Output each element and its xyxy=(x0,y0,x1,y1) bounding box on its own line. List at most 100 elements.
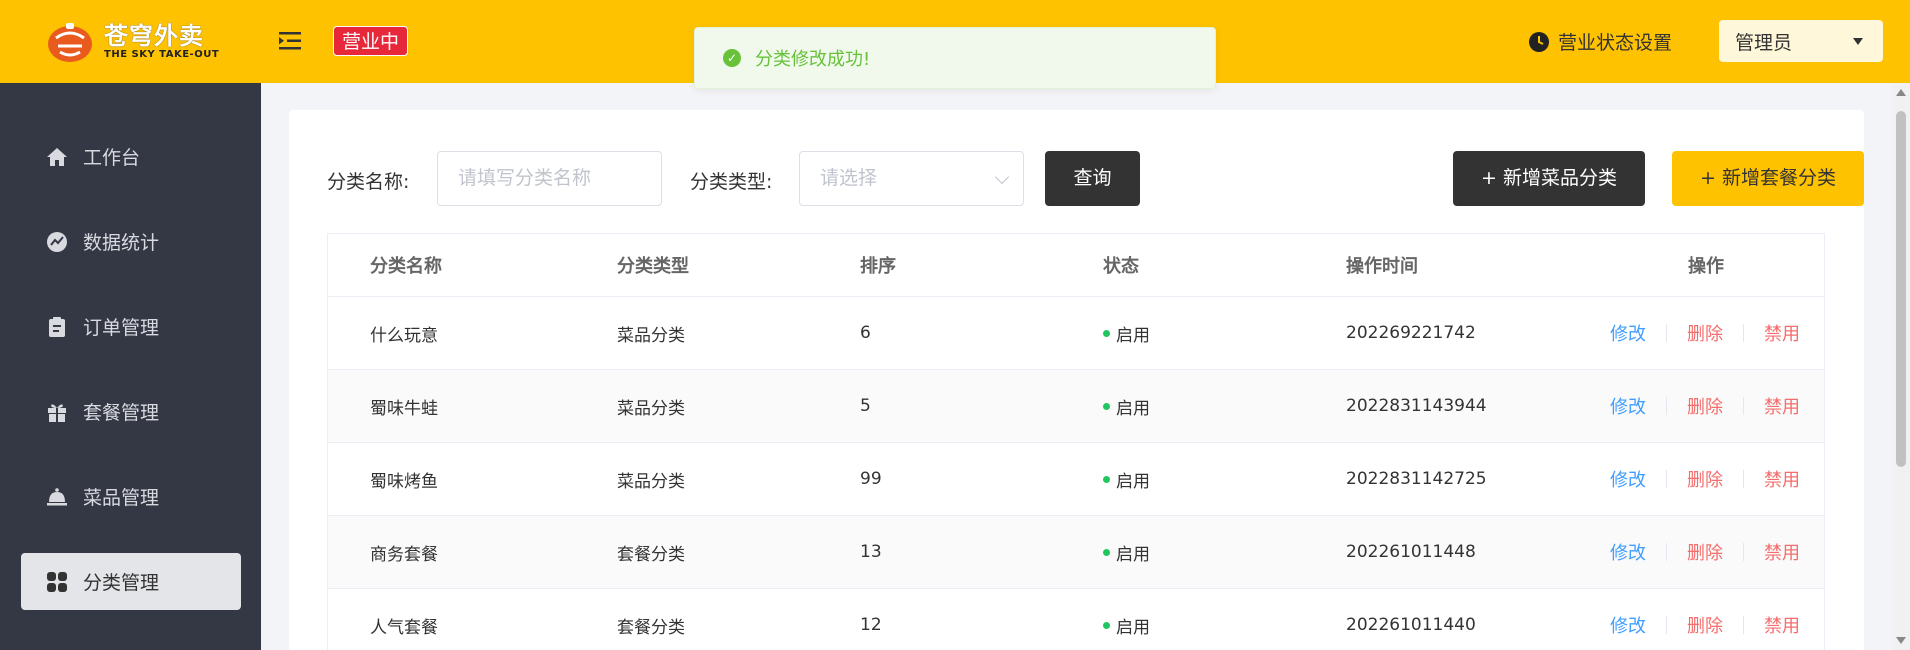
row-type: 套餐分类 xyxy=(617,544,685,565)
logo-title: 苍穹外卖 xyxy=(104,22,204,50)
divider xyxy=(1743,470,1744,488)
col-type: 分类类型 xyxy=(617,256,689,277)
gift-icon xyxy=(45,400,69,424)
clipboard-icon xyxy=(45,315,69,339)
col-name: 分类名称 xyxy=(370,256,442,277)
edit-button[interactable]: 修改 xyxy=(1610,393,1646,419)
edit-button[interactable]: 修改 xyxy=(1610,612,1646,638)
delete-button[interactable]: 删除 xyxy=(1687,320,1723,346)
sidebar: 工作台数据统计订单管理套餐管理菜品管理分类管理 xyxy=(0,83,261,650)
caret-down-icon xyxy=(1853,37,1863,45)
disable-button[interactable]: 禁用 xyxy=(1764,539,1800,565)
name-filter-label: 分类名称: xyxy=(327,171,410,193)
disable-button[interactable]: 禁用 xyxy=(1764,393,1800,419)
sidebar-item-label: 数据统计 xyxy=(83,232,160,254)
scrollbar-thumb[interactable] xyxy=(1896,111,1906,467)
user-dropdown[interactable]: 管理员 xyxy=(1719,20,1883,62)
row-sort: 5 xyxy=(860,396,871,416)
category-card: 分类名称: 请填写分类名称 分类类型: 请选择 查询 + 新增菜品分类 + 新增… xyxy=(289,110,1864,650)
status-text: 启用 xyxy=(1116,325,1150,346)
col-time: 操作时间 xyxy=(1346,256,1418,277)
row-type: 套餐分类 xyxy=(617,617,685,638)
table-row: 蜀味烤鱼 菜品分类 99 启用 2022831142725 修改 删除 禁用 xyxy=(328,443,1824,516)
divider xyxy=(1666,397,1667,415)
divider xyxy=(1743,397,1744,415)
sidebar-item-label: 套餐管理 xyxy=(83,402,160,424)
disable-button[interactable]: 禁用 xyxy=(1764,466,1800,492)
delete-button[interactable]: 删除 xyxy=(1687,466,1723,492)
row-time: 202261011448 xyxy=(1346,542,1476,562)
row-status: 启用 xyxy=(1103,297,1150,369)
clock-icon xyxy=(1528,31,1550,53)
category-name-input[interactable]: 请填写分类名称 xyxy=(437,151,662,206)
grid-icon xyxy=(45,570,69,594)
divider xyxy=(1743,616,1744,634)
disable-button[interactable]: 禁用 xyxy=(1764,320,1800,346)
divider xyxy=(1743,324,1744,342)
row-name: 人气套餐 xyxy=(370,617,438,638)
main-content: 分类名称: 请填写分类名称 分类类型: 请选择 查询 + 新增菜品分类 + 新增… xyxy=(261,83,1892,650)
edit-button[interactable]: 修改 xyxy=(1610,320,1646,346)
row-status: 启用 xyxy=(1103,370,1150,442)
chevron-down-icon xyxy=(994,169,1010,185)
edit-button[interactable]: 修改 xyxy=(1610,466,1646,492)
table-row: 什么玩意 菜品分类 6 启用 202269221742 修改 删除 禁用 xyxy=(328,297,1824,370)
sidebar-item-label: 订单管理 xyxy=(83,317,160,339)
chart-icon xyxy=(45,230,69,254)
row-sort: 13 xyxy=(860,542,882,562)
table-header: 分类名称 分类类型 排序 状态 操作时间 操作 xyxy=(328,234,1824,297)
logo-subtitle: THE SKY TAKE-OUT xyxy=(104,49,220,60)
row-name: 什么玩意 xyxy=(370,325,438,346)
row-sort: 6 xyxy=(860,323,871,343)
scroll-up-icon[interactable] xyxy=(1896,89,1906,96)
divider xyxy=(1666,470,1667,488)
sidebar-item-label: 菜品管理 xyxy=(83,487,160,509)
row-type: 菜品分类 xyxy=(617,398,685,419)
type-filter-label: 分类类型: xyxy=(690,171,773,193)
category-type-select[interactable]: 请选择 xyxy=(799,151,1024,206)
row-name: 蜀味烤鱼 xyxy=(370,471,438,492)
sidebar-item-dishes[interactable]: 菜品管理 xyxy=(21,468,241,525)
sidebar-item-label: 分类管理 xyxy=(83,572,160,594)
add-dish-category-button[interactable]: + 新增菜品分类 xyxy=(1453,151,1645,206)
sidebar-item-statistics[interactable]: 数据统计 xyxy=(21,213,241,270)
status-text: 启用 xyxy=(1116,544,1150,565)
row-time: 202269221742 xyxy=(1346,323,1476,343)
divider xyxy=(1743,543,1744,561)
page-scrollbar[interactable] xyxy=(1892,83,1910,650)
type-select-placeholder: 请选择 xyxy=(820,167,878,189)
row-actions: 修改 删除 禁用 xyxy=(1610,589,1800,650)
row-name: 蜀味牛蛙 xyxy=(370,398,438,419)
sidebar-item-setmeals[interactable]: 套餐管理 xyxy=(21,383,241,440)
status-text: 启用 xyxy=(1116,617,1150,638)
category-table: 分类名称 分类类型 排序 状态 操作时间 操作 什么玩意 菜品分类 6 启用 20226… xyxy=(327,233,1825,650)
query-button[interactable]: 查询 xyxy=(1045,151,1140,206)
row-status: 启用 xyxy=(1103,443,1150,515)
sidebar-item-label: 工作台 xyxy=(83,147,141,169)
edit-button[interactable]: 修改 xyxy=(1610,539,1646,565)
business-setting-link[interactable]: 营业状态设置 xyxy=(1528,28,1672,55)
row-time: 202261011440 xyxy=(1346,615,1476,635)
sidebar-item-workbench[interactable]: 工作台 xyxy=(21,128,241,185)
disable-button[interactable]: 禁用 xyxy=(1764,612,1800,638)
scroll-down-icon[interactable] xyxy=(1896,637,1906,644)
divider xyxy=(1666,543,1667,561)
col-actions: 操作 xyxy=(1688,256,1724,277)
row-actions: 修改 删除 禁用 xyxy=(1610,443,1800,515)
delete-button[interactable]: 删除 xyxy=(1687,393,1723,419)
row-time: 2022831142725 xyxy=(1346,469,1487,489)
add-setmeal-category-button[interactable]: + 新增套餐分类 xyxy=(1672,151,1864,206)
delete-button[interactable]: 删除 xyxy=(1687,612,1723,638)
toast-message: 分类修改成功! xyxy=(755,49,871,70)
row-type: 菜品分类 xyxy=(617,325,685,346)
collapse-menu-icon[interactable] xyxy=(279,30,303,52)
user-name: 管理员 xyxy=(1735,31,1793,54)
col-status: 状态 xyxy=(1103,256,1139,277)
business-status-badge: 营业中 xyxy=(333,26,409,56)
sidebar-item-categories[interactable]: 分类管理 xyxy=(21,553,241,610)
status-dot-icon xyxy=(1103,548,1110,556)
sidebar-item-orders[interactable]: 订单管理 xyxy=(21,298,241,355)
delete-button[interactable]: 删除 xyxy=(1687,539,1723,565)
col-sort: 排序 xyxy=(860,256,896,277)
row-status: 启用 xyxy=(1103,589,1150,650)
